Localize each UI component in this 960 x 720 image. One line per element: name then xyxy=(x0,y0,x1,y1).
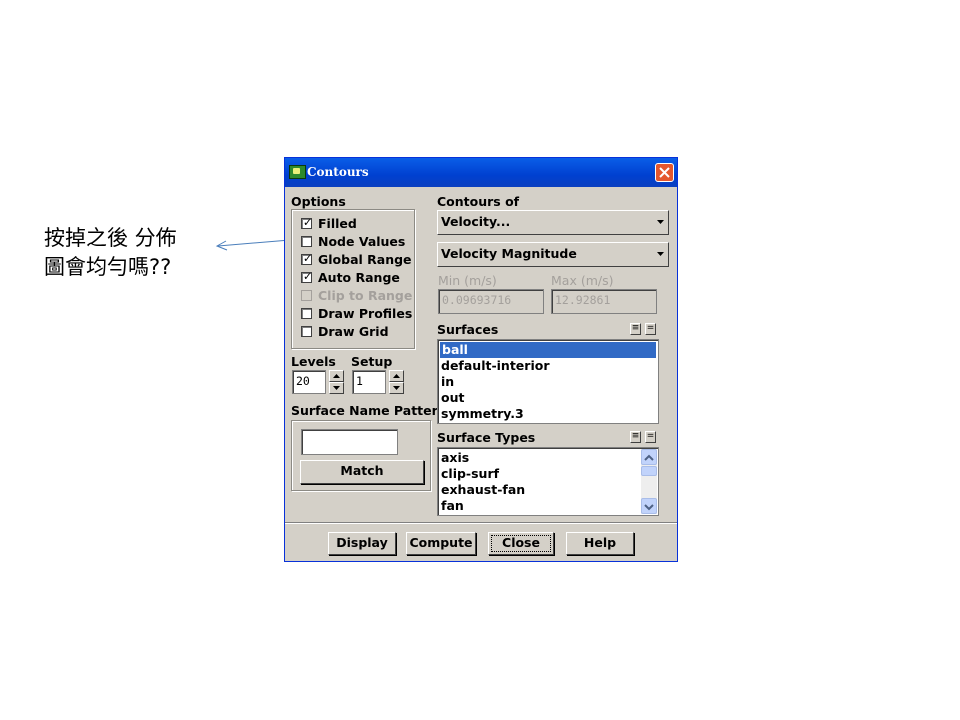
levels-input[interactable]: 20 xyxy=(292,370,326,394)
draw-grid-label: Draw Grid xyxy=(318,324,389,339)
annotation-line-1: 按掉之後 分佈 xyxy=(44,226,177,250)
contours-of-subfield-select[interactable]: Velocity Magnitude xyxy=(437,242,669,267)
chevron-down-icon xyxy=(644,504,654,511)
window-close-button[interactable] xyxy=(655,163,674,182)
surface-item[interactable]: in xyxy=(441,374,454,390)
setup-decrement-button[interactable] xyxy=(389,382,404,394)
surface-types-label: Surface Types xyxy=(437,430,536,445)
node-values-checkbox[interactable] xyxy=(301,236,312,247)
clip-to-range-checkbox xyxy=(301,290,312,301)
min-value-field: 0.09693716 xyxy=(438,289,544,314)
setup-label: Setup xyxy=(351,354,393,369)
draw-profiles-checkbox[interactable] xyxy=(301,308,312,319)
scroll-up-button[interactable] xyxy=(641,449,657,465)
display-button[interactable]: Display xyxy=(328,532,396,555)
setup-increment-button[interactable] xyxy=(389,370,404,382)
surface-name-pattern-label: Surface Name Pattern xyxy=(291,403,447,418)
close-button[interactable]: Close xyxy=(488,532,554,555)
annotation-line-2: 圖會均勻嗎?? xyxy=(44,255,172,279)
surface-type-item[interactable]: clip-surf xyxy=(441,466,499,482)
filled-label: Filled xyxy=(318,216,357,231)
surface-type-item[interactable]: exhaust-fan xyxy=(441,482,525,498)
check-icon: ✓ xyxy=(303,270,313,283)
surface-types-deselect-all-button[interactable]: = xyxy=(645,431,656,443)
surface-item[interactable]: symmetry.3 xyxy=(441,406,524,422)
scroll-thumb[interactable] xyxy=(641,466,657,476)
surface-name-pattern-input[interactable] xyxy=(301,429,398,455)
options-heading: Options xyxy=(291,194,346,209)
levels-decrement-button[interactable] xyxy=(329,382,344,394)
draw-profiles-label: Draw Profiles xyxy=(318,306,413,321)
surfaces-list[interactable]: ball default-interior in out symmetry.3 xyxy=(437,339,659,424)
contours-of-field-select[interactable]: Velocity... xyxy=(437,210,669,235)
global-range-checkbox[interactable]: ✓ xyxy=(301,252,313,265)
auto-range-checkbox[interactable]: ✓ xyxy=(301,270,313,283)
title-bar[interactable]: Contours xyxy=(285,158,677,187)
surface-item[interactable]: out xyxy=(441,390,464,406)
annotation-note: 按掉之後 分佈 圖會均勻嗎?? xyxy=(44,224,177,282)
surface-item[interactable]: ball xyxy=(440,342,656,358)
contours-of-label: Contours of xyxy=(437,194,520,209)
surface-types-select-all-button[interactable]: ≡ xyxy=(630,431,641,443)
draw-grid-checkbox[interactable] xyxy=(301,326,312,337)
surface-types-scrollbar[interactable] xyxy=(641,449,657,514)
node-values-label: Node Values xyxy=(318,234,406,249)
setup-input[interactable]: 1 xyxy=(352,370,386,394)
levels-label: Levels xyxy=(291,354,336,369)
app-icon xyxy=(289,165,306,179)
levels-stepper[interactable] xyxy=(329,370,344,394)
max-label: Max (m/s) xyxy=(551,273,614,288)
chevron-up-icon xyxy=(644,454,654,461)
surfaces-deselect-all-button[interactable]: = xyxy=(645,323,656,335)
compute-button[interactable]: Compute xyxy=(406,532,476,555)
max-value-field: 12.92861 xyxy=(551,289,657,314)
setup-stepper[interactable] xyxy=(389,370,404,394)
min-label: Min (m/s) xyxy=(438,273,497,288)
contours-dialog: Contours Options ✓ Filled Node Values ✓ … xyxy=(284,157,678,562)
chevron-down-icon xyxy=(657,220,664,224)
surfaces-label: Surfaces xyxy=(437,322,499,337)
chevron-down-icon xyxy=(657,252,664,256)
check-icon: ✓ xyxy=(303,216,313,229)
surfaces-select-all-button[interactable]: ≡ xyxy=(630,323,641,335)
clip-to-range-label: Clip to Range xyxy=(318,288,413,303)
auto-range-label: Auto Range xyxy=(318,270,400,285)
surface-type-item[interactable]: fan xyxy=(441,498,464,514)
filled-checkbox[interactable]: ✓ xyxy=(301,216,313,229)
scroll-down-button[interactable] xyxy=(641,498,657,514)
bottom-separator xyxy=(285,522,677,524)
surface-item[interactable]: default-interior xyxy=(441,358,549,374)
check-icon: ✓ xyxy=(303,252,313,265)
surface-type-item[interactable]: axis xyxy=(441,450,469,466)
match-button[interactable]: Match xyxy=(300,460,424,484)
global-range-label: Global Range xyxy=(318,252,412,267)
window-title: Contours xyxy=(307,165,369,179)
surface-types-list[interactable]: axis clip-surf exhaust-fan fan xyxy=(437,447,659,516)
help-button[interactable]: Help xyxy=(566,532,634,555)
levels-increment-button[interactable] xyxy=(329,370,344,382)
close-icon xyxy=(659,167,670,178)
